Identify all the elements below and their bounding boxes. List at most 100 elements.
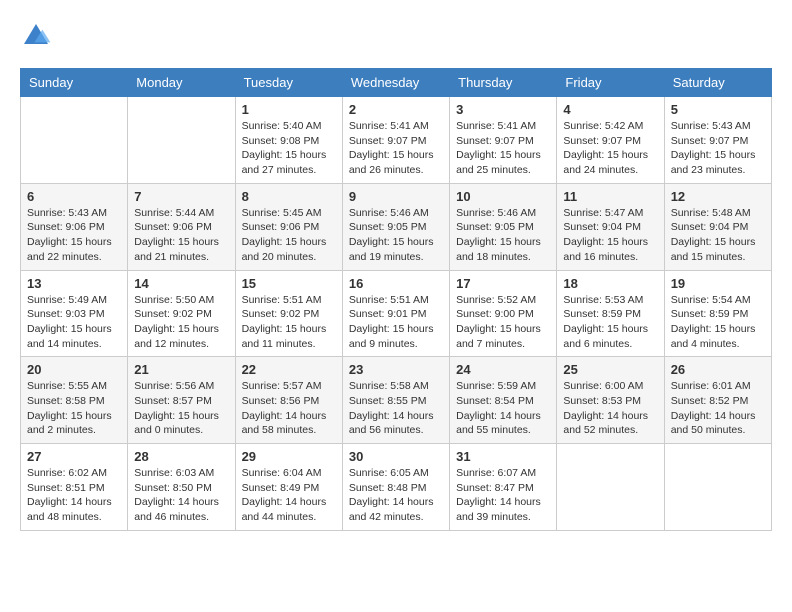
day-info: Sunrise: 5:51 AM Sunset: 9:01 PM Dayligh… (349, 293, 443, 352)
day-info: Sunrise: 5:49 AM Sunset: 9:03 PM Dayligh… (27, 293, 121, 352)
calendar-week-row: 20Sunrise: 5:55 AM Sunset: 8:58 PM Dayli… (21, 357, 772, 444)
day-info: Sunrise: 6:00 AM Sunset: 8:53 PM Dayligh… (563, 379, 657, 438)
day-number: 10 (456, 189, 550, 204)
calendar-cell: 17 Sunrise: 5:52 AM Sunset: 9:00 PM Dayli… (450, 270, 557, 357)
day-info: Sunrise: 6:04 AM Sunset: 8:49 PM Dayligh… (242, 466, 336, 525)
day-number: 27 (27, 449, 121, 464)
day-number: 9 (349, 189, 443, 204)
day-number: 2 (349, 102, 443, 117)
day-number: 24 (456, 362, 550, 377)
calendar-cell: 19 Sunrise: 5:54 AM Sunset: 8:59 PM Dayli… (664, 270, 771, 357)
page-header (20, 20, 772, 52)
day-number: 25 (563, 362, 657, 377)
day-info: Sunrise: 5:48 AM Sunset: 9:04 PM Dayligh… (671, 206, 765, 265)
day-info: Sunrise: 5:57 AM Sunset: 8:56 PM Dayligh… (242, 379, 336, 438)
calendar-cell: 18 Sunrise: 5:53 AM Sunset: 8:59 PM Dayli… (557, 270, 664, 357)
day-info: Sunrise: 6:03 AM Sunset: 8:50 PM Dayligh… (134, 466, 228, 525)
day-number: 5 (671, 102, 765, 117)
day-info: Sunrise: 6:01 AM Sunset: 8:52 PM Dayligh… (671, 379, 765, 438)
calendar-cell (557, 444, 664, 531)
day-info: Sunrise: 5:53 AM Sunset: 8:59 PM Dayligh… (563, 293, 657, 352)
calendar-cell: 22 Sunrise: 5:57 AM Sunset: 8:56 PM Dayli… (235, 357, 342, 444)
logo (20, 20, 56, 52)
column-header-thursday: Thursday (450, 69, 557, 97)
calendar-cell: 16 Sunrise: 5:51 AM Sunset: 9:01 PM Dayli… (342, 270, 449, 357)
calendar-cell: 3 Sunrise: 5:41 AM Sunset: 9:07 PM Daylig… (450, 97, 557, 184)
calendar-cell: 30 Sunrise: 6:05 AM Sunset: 8:48 PM Dayli… (342, 444, 449, 531)
day-info: Sunrise: 5:52 AM Sunset: 9:00 PM Dayligh… (456, 293, 550, 352)
calendar-cell: 11 Sunrise: 5:47 AM Sunset: 9:04 PM Dayli… (557, 183, 664, 270)
calendar-cell: 24 Sunrise: 5:59 AM Sunset: 8:54 PM Dayli… (450, 357, 557, 444)
day-number: 19 (671, 276, 765, 291)
day-number: 6 (27, 189, 121, 204)
column-header-wednesday: Wednesday (342, 69, 449, 97)
day-number: 11 (563, 189, 657, 204)
day-number: 21 (134, 362, 228, 377)
day-number: 26 (671, 362, 765, 377)
day-number: 18 (563, 276, 657, 291)
day-number: 22 (242, 362, 336, 377)
day-number: 29 (242, 449, 336, 464)
calendar-cell: 14 Sunrise: 5:50 AM Sunset: 9:02 PM Dayli… (128, 270, 235, 357)
column-header-tuesday: Tuesday (235, 69, 342, 97)
calendar-cell: 23Sunrise: 5:58 AM Sunset: 8:55 PM Dayli… (342, 357, 449, 444)
day-number: 1 (242, 102, 336, 117)
column-header-friday: Friday (557, 69, 664, 97)
day-number: 4 (563, 102, 657, 117)
calendar-cell: 9 Sunrise: 5:46 AM Sunset: 9:05 PM Daylig… (342, 183, 449, 270)
day-info: Sunrise: 5:46 AM Sunset: 9:05 PM Dayligh… (456, 206, 550, 265)
day-info: Sunrise: 5:51 AM Sunset: 9:02 PM Dayligh… (242, 293, 336, 352)
day-number: 8 (242, 189, 336, 204)
calendar-cell: 29 Sunrise: 6:04 AM Sunset: 8:49 PM Dayli… (235, 444, 342, 531)
day-info: Sunrise: 5:56 AM Sunset: 8:57 PM Dayligh… (134, 379, 228, 438)
calendar-table: SundayMondayTuesdayWednesdayThursdayFrid… (20, 68, 772, 531)
day-info: Sunrise: 6:05 AM Sunset: 8:48 PM Dayligh… (349, 466, 443, 525)
day-number: 15 (242, 276, 336, 291)
day-info: Sunrise: 5:45 AM Sunset: 9:06 PM Dayligh… (242, 206, 336, 265)
day-info: Sunrise: 6:07 AM Sunset: 8:47 PM Dayligh… (456, 466, 550, 525)
day-number: 31 (456, 449, 550, 464)
calendar-week-row: 13Sunrise: 5:49 AM Sunset: 9:03 PM Dayli… (21, 270, 772, 357)
day-number: 14 (134, 276, 228, 291)
day-info: Sunrise: 5:50 AM Sunset: 9:02 PM Dayligh… (134, 293, 228, 352)
calendar-cell: 20Sunrise: 5:55 AM Sunset: 8:58 PM Dayli… (21, 357, 128, 444)
calendar-cell: 10 Sunrise: 5:46 AM Sunset: 9:05 PM Dayli… (450, 183, 557, 270)
calendar-cell: 21 Sunrise: 5:56 AM Sunset: 8:57 PM Dayli… (128, 357, 235, 444)
day-info: Sunrise: 5:42 AM Sunset: 9:07 PM Dayligh… (563, 119, 657, 178)
calendar-cell: 31 Sunrise: 6:07 AM Sunset: 8:47 PM Dayli… (450, 444, 557, 531)
calendar-cell: 15 Sunrise: 5:51 AM Sunset: 9:02 PM Dayli… (235, 270, 342, 357)
day-info: Sunrise: 5:58 AM Sunset: 8:55 PM Dayligh… (349, 379, 443, 438)
calendar-cell: 25 Sunrise: 6:00 AM Sunset: 8:53 PM Dayli… (557, 357, 664, 444)
calendar-week-row: 6 Sunrise: 5:43 AM Sunset: 9:06 PM Daylig… (21, 183, 772, 270)
day-number: 7 (134, 189, 228, 204)
day-info: Sunrise: 6:02 AM Sunset: 8:51 PM Dayligh… (27, 466, 121, 525)
day-number: 28 (134, 449, 228, 464)
day-info: Sunrise: 5:59 AM Sunset: 8:54 PM Dayligh… (456, 379, 550, 438)
logo-icon (20, 20, 52, 52)
calendar-cell: 2Sunrise: 5:41 AM Sunset: 9:07 PM Daylig… (342, 97, 449, 184)
calendar-header-row: SundayMondayTuesdayWednesdayThursdayFrid… (21, 69, 772, 97)
day-number: 16 (349, 276, 443, 291)
day-number: 20 (27, 362, 121, 377)
day-info: Sunrise: 5:44 AM Sunset: 9:06 PM Dayligh… (134, 206, 228, 265)
calendar-cell (21, 97, 128, 184)
day-info: Sunrise: 5:43 AM Sunset: 9:07 PM Dayligh… (671, 119, 765, 178)
day-info: Sunrise: 5:54 AM Sunset: 8:59 PM Dayligh… (671, 293, 765, 352)
calendar-week-row: 1Sunrise: 5:40 AM Sunset: 9:08 PM Daylig… (21, 97, 772, 184)
calendar-cell: 26 Sunrise: 6:01 AM Sunset: 8:52 PM Dayli… (664, 357, 771, 444)
calendar-cell: 12 Sunrise: 5:48 AM Sunset: 9:04 PM Dayli… (664, 183, 771, 270)
day-info: Sunrise: 5:41 AM Sunset: 9:07 PM Dayligh… (456, 119, 550, 178)
day-info: Sunrise: 5:47 AM Sunset: 9:04 PM Dayligh… (563, 206, 657, 265)
day-number: 17 (456, 276, 550, 291)
day-number: 12 (671, 189, 765, 204)
calendar-cell: 5 Sunrise: 5:43 AM Sunset: 9:07 PM Daylig… (664, 97, 771, 184)
calendar-cell: 8 Sunrise: 5:45 AM Sunset: 9:06 PM Daylig… (235, 183, 342, 270)
day-number: 3 (456, 102, 550, 117)
column-header-monday: Monday (128, 69, 235, 97)
day-number: 30 (349, 449, 443, 464)
calendar-week-row: 27 Sunrise: 6:02 AM Sunset: 8:51 PM Dayli… (21, 444, 772, 531)
day-info: Sunrise: 5:43 AM Sunset: 9:06 PM Dayligh… (27, 206, 121, 265)
column-header-sunday: Sunday (21, 69, 128, 97)
calendar-cell (664, 444, 771, 531)
day-info: Sunrise: 5:46 AM Sunset: 9:05 PM Dayligh… (349, 206, 443, 265)
